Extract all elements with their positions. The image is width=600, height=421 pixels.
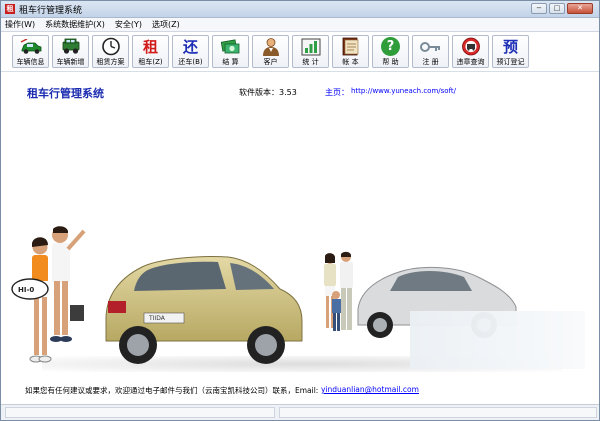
toolbar-label: 租车(Z) bbox=[138, 58, 163, 66]
maximize-button[interactable]: □ bbox=[549, 3, 565, 14]
title-bar: 租 租车行管理系统 − □ ✕ bbox=[1, 1, 599, 18]
window-title: 租车行管理系统 bbox=[19, 5, 83, 16]
customer-button[interactable]: 客户 bbox=[252, 35, 289, 68]
header-info: 租车行管理系统 软件版本：3.53 主页： http://www.yuneach… bbox=[1, 85, 600, 101]
vehicle-add-button[interactable]: 车辆新增 bbox=[52, 35, 89, 68]
no-entry-icon bbox=[460, 37, 482, 56]
menu-operate[interactable]: 操作(W) bbox=[5, 19, 35, 30]
return-car-button[interactable]: 还 还车(B) bbox=[172, 35, 209, 68]
app-name: 租车行管理系统 bbox=[27, 87, 104, 100]
toolbar-label: 帮 助 bbox=[382, 58, 399, 66]
register-button[interactable]: 注 册 bbox=[412, 35, 449, 68]
toolbar-label: 统 计 bbox=[302, 58, 319, 66]
blurred-region bbox=[410, 311, 585, 369]
gold-car-image bbox=[105, 256, 303, 364]
rent-car-button[interactable]: 租 租车(Z) bbox=[132, 35, 169, 68]
contact-text: 如果您有任何建议或要求，欢迎通过电子邮件与我们（云南宝凯科技公司）联系，Emai… bbox=[25, 386, 319, 395]
minimize-button[interactable]: − bbox=[531, 3, 547, 14]
key-icon bbox=[419, 37, 442, 56]
chart-icon bbox=[300, 37, 322, 56]
toolbar-label: 预订登记 bbox=[496, 58, 525, 66]
menu-data-maintenance[interactable]: 系统数据维护(X) bbox=[45, 19, 105, 30]
menu-options[interactable]: 选项(Z) bbox=[152, 19, 180, 30]
toolbar-label: 还车(B) bbox=[178, 58, 203, 66]
toolbar-label: 客户 bbox=[263, 58, 278, 66]
toolbar-label: 帐 本 bbox=[342, 58, 359, 66]
menu-bar: 操作(W) 系统数据维护(X) 安全(Y) 选项(Z) bbox=[1, 18, 599, 32]
family-image bbox=[324, 251, 353, 331]
help-glyph: ? bbox=[381, 37, 400, 56]
close-button[interactable]: ✕ bbox=[567, 3, 593, 14]
settlement-button[interactable]: 结 算 bbox=[212, 35, 249, 68]
email-link[interactable]: yinduanlian@hotmail.com bbox=[321, 385, 419, 394]
car-plate: TIIDA bbox=[149, 315, 165, 322]
status-bar bbox=[1, 404, 599, 420]
homepage-link[interactable]: http://www.yuneach.com/soft/ bbox=[351, 87, 456, 95]
reserve-char-icon: 预 bbox=[502, 38, 518, 56]
car-icon bbox=[20, 37, 42, 56]
ball-text: HI-0 bbox=[18, 286, 35, 294]
ledger-button[interactable]: 帐 本 bbox=[332, 35, 369, 68]
rental-plan-button[interactable]: 租赁方案 bbox=[92, 35, 129, 68]
toolbar-label: 车辆新增 bbox=[56, 58, 85, 66]
return-char-icon: 还 bbox=[182, 38, 198, 56]
toolbar-label: 租赁方案 bbox=[96, 58, 125, 66]
status-pane bbox=[5, 407, 275, 418]
app-icon: 租 bbox=[5, 4, 15, 14]
clock-icon bbox=[100, 37, 122, 56]
toolbar-label: 违章查询 bbox=[456, 58, 485, 66]
toolbar: 车辆信息 车辆新增 租赁方案 租 租车(Z) 还 还车(B) 结 算 客户 统 … bbox=[1, 32, 599, 72]
violation-query-button[interactable]: 违章查询 bbox=[452, 35, 489, 68]
homepage-label: 主页： bbox=[325, 88, 349, 97]
menu-security[interactable]: 安全(Y) bbox=[115, 19, 142, 30]
money-icon bbox=[220, 37, 242, 56]
jeep-icon bbox=[60, 37, 82, 56]
main-window: 租 租车行管理系统 − □ ✕ 操作(W) 系统数据维护(X) 安全(Y) 选项… bbox=[0, 0, 600, 421]
rent-char-icon: 租 bbox=[142, 38, 158, 56]
toolbar-label: 注 册 bbox=[422, 58, 439, 66]
toolbar-label: 车辆信息 bbox=[16, 58, 45, 66]
window-controls: − □ ✕ bbox=[531, 3, 593, 14]
ledger-icon bbox=[340, 37, 362, 56]
help-icon: ? bbox=[380, 37, 402, 56]
toolbar-label: 结 算 bbox=[222, 58, 239, 66]
status-pane bbox=[279, 407, 597, 418]
vehicle-info-button[interactable]: 车辆信息 bbox=[12, 35, 49, 68]
help-button[interactable]: ? 帮 助 bbox=[372, 35, 409, 68]
promo-illustration: TIIDA HI-0 bbox=[2, 101, 600, 381]
statistics-button[interactable]: 统 计 bbox=[292, 35, 329, 68]
reservation-button[interactable]: 预 预订登记 bbox=[492, 35, 529, 68]
customer-icon bbox=[260, 37, 282, 56]
tennis-couple-image bbox=[11, 226, 86, 363]
version-text: 软件版本：3.53 bbox=[239, 88, 297, 97]
